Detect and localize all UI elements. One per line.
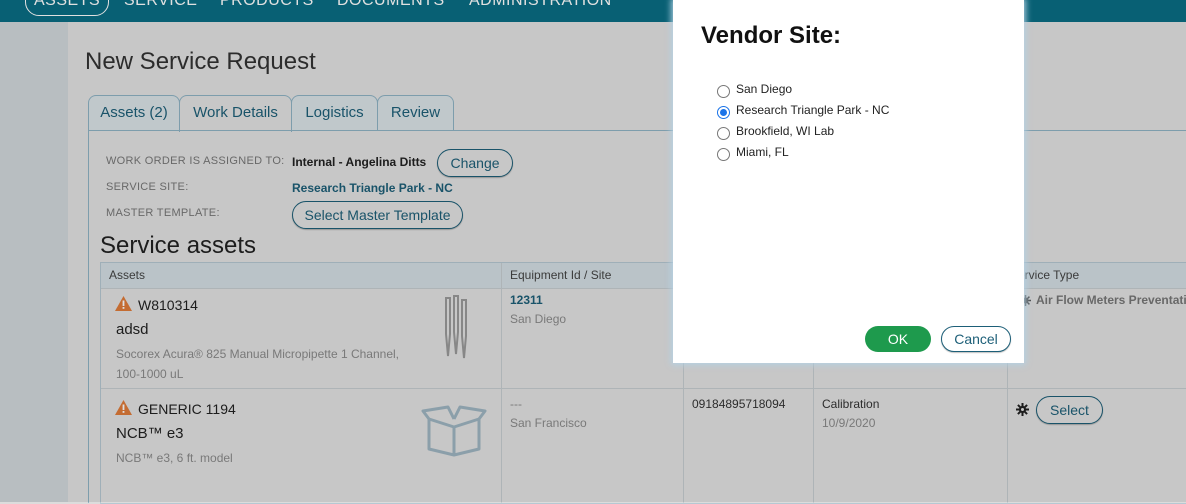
vendor-site-dialog: Vendor Site: San Diego Research Triangle…: [673, 0, 1024, 363]
radio-label: Brookfield, WI Lab: [736, 124, 835, 138]
radio-label: San Diego: [736, 82, 793, 96]
dialog-title: Vendor Site:: [701, 22, 842, 49]
ok-button[interactable]: OK: [865, 326, 931, 352]
radio-button[interactable]: [717, 85, 730, 98]
radio-button-selected[interactable]: [717, 106, 730, 119]
radio-button[interactable]: [717, 148, 730, 161]
cancel-button[interactable]: Cancel: [941, 326, 1011, 352]
radio-button[interactable]: [717, 127, 730, 140]
radio-label: Miami, FL: [736, 145, 789, 159]
radio-label: Research Triangle Park - NC: [736, 103, 890, 117]
